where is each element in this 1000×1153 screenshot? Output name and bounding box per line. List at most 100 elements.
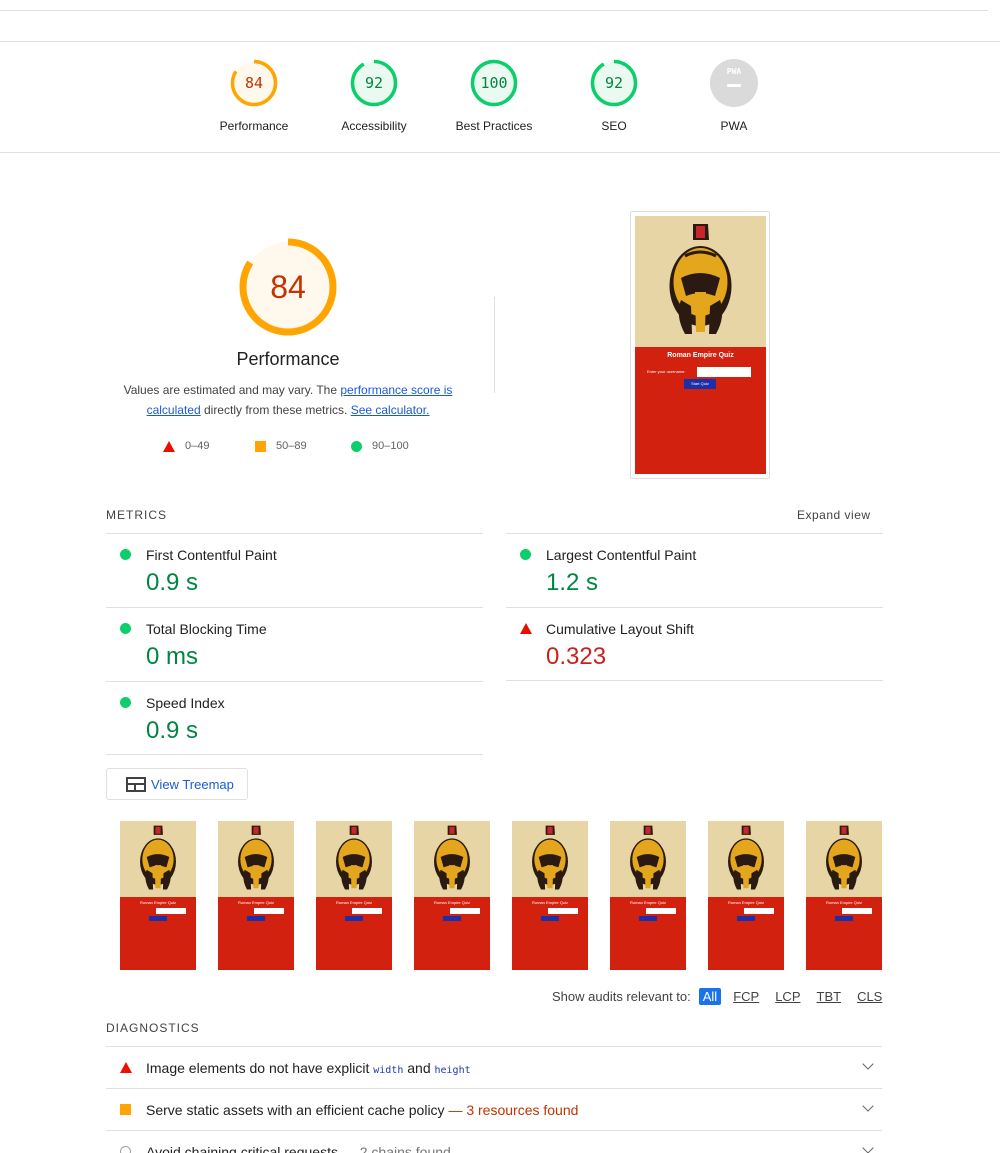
calculator-link[interactable]: See calculator. [351, 403, 430, 417]
filmstrip-frame: Roman Empire Quiz [218, 821, 294, 970]
frame-button [443, 916, 461, 921]
frame-button [247, 916, 265, 921]
gauge-label: Best Practices [455, 119, 533, 133]
filter-label: Show audits relevant to: [552, 989, 691, 1004]
metric-value: 0 ms [146, 643, 199, 670]
audit-filter: Show audits relevant to: All FCP LCP TBT… [552, 988, 886, 1005]
spartan-helmet-icon [434, 825, 470, 890]
spartan-helmet-icon [336, 825, 372, 890]
gauge-label: PWA [720, 119, 748, 133]
audit-title: Serve static assets with an efficient ca… [146, 1102, 578, 1118]
frame-button [541, 916, 559, 921]
frame-header [414, 821, 490, 897]
expand-view-toggle[interactable]: Expand view [797, 508, 871, 522]
desc-text: Values are estimated and may vary. The [123, 383, 341, 397]
spartan-helmet-icon [728, 825, 764, 890]
gauge-label: Performance [219, 119, 289, 133]
metric-name: Total Blocking Time [146, 621, 267, 637]
metrics-heading: METRICS [106, 508, 167, 522]
top-divider [0, 10, 988, 11]
treemap-icon [126, 777, 146, 792]
pass-circle-icon [120, 549, 131, 560]
gauge-accessibility[interactable]: 92 Accessibility [314, 59, 434, 133]
average-square-icon [255, 440, 266, 452]
final-screenshot[interactable]: Roman Empire Quiz Enter your username: S… [630, 211, 770, 479]
frame-header [218, 821, 294, 897]
metric-value: 0.9 s [146, 569, 199, 596]
gauge-label: SEO [601, 119, 627, 133]
filmstrip-frame: Roman Empire Quiz [806, 821, 882, 970]
filmstrip-frame: Roman Empire Quiz [414, 821, 490, 970]
filter-all[interactable]: All [698, 988, 722, 1005]
frame-title: Roman Empire Quiz [335, 900, 372, 905]
performance-title: Performance [236, 349, 340, 369]
fail-triangle-icon [120, 1062, 132, 1073]
spartan-helmet-icon [532, 825, 568, 890]
frame-header [708, 821, 784, 897]
pwa-badge-icon: PWA [710, 59, 758, 107]
view-treemap-button[interactable]: View Treemap [106, 768, 248, 800]
frame-input [156, 908, 186, 914]
filter-cls[interactable]: CLS [853, 988, 886, 1005]
gauge-score: 92 [604, 74, 624, 92]
screenshot-label: Enter your username: [647, 369, 686, 374]
frame-title: Roman Empire Quiz [531, 900, 568, 905]
frame-header [512, 821, 588, 897]
screenshot-page: Roman Empire Quiz Enter your username: S… [635, 216, 766, 474]
frame-input [842, 908, 872, 914]
audit-cache-policy[interactable]: Serve static assets with an efficient ca… [106, 1088, 882, 1130]
legend-label: 0–49 [185, 440, 210, 452]
filmstrip-frame: Roman Empire Quiz [316, 821, 392, 970]
spartan-helmet-icon [140, 825, 176, 890]
gauge-performance[interactable]: 84 Performance [194, 59, 314, 133]
gauge-ring: 84 [230, 59, 278, 107]
screenshot-form-area: Roman Empire Quiz Enter your username: S… [635, 347, 766, 474]
frame-header [316, 821, 392, 897]
audit-title: Image elements do not have explicit widt… [146, 1060, 471, 1076]
legend-label: 50–89 [276, 440, 307, 452]
filter-tbt[interactable]: TBT [813, 988, 846, 1005]
gauge-seo[interactable]: 92 SEO [554, 59, 674, 133]
frame-header [120, 821, 196, 897]
vertical-divider [494, 297, 495, 393]
frame-form-area: Roman Empire Quiz [414, 897, 490, 970]
desc-text: directly from these metrics. [200, 403, 351, 417]
metric-si: Speed Index 0.9 s [106, 681, 483, 755]
frame-input [646, 908, 676, 914]
chevron-down-icon[interactable] [862, 1142, 874, 1153]
pass-circle-icon [351, 440, 362, 452]
metric-divider [106, 754, 483, 755]
screenshot-title: Roman Empire Quiz [667, 352, 734, 359]
gauge-best-practices[interactable]: 100 Best Practices [434, 59, 554, 133]
audit-unsized-images[interactable]: Image elements do not have explicit widt… [106, 1046, 882, 1088]
filter-lcp[interactable]: LCP [771, 988, 804, 1005]
performance-gauge: 84 [238, 237, 338, 337]
metric-value: 0.323 [546, 643, 607, 670]
informative-circle-icon [120, 1146, 131, 1153]
frame-header [610, 821, 686, 897]
frame-form-area: Roman Empire Quiz [512, 897, 588, 970]
frame-title: Roman Empire Quiz [139, 900, 176, 905]
audit-display-value: — 3 resources found [448, 1102, 579, 1118]
frame-form-area: Roman Empire Quiz [708, 897, 784, 970]
frame-form-area: Roman Empire Quiz [806, 897, 882, 970]
metric-name: First Contentful Paint [146, 547, 277, 563]
gauge-ring: 92 [590, 59, 638, 107]
audit-text: Image elements do not have explicit [146, 1060, 374, 1076]
treemap-label: View Treemap [151, 777, 234, 792]
diagnostics-heading: DIAGNOSTICS [106, 1021, 200, 1035]
gauge-label: Accessibility [341, 119, 407, 133]
frame-form-area: Roman Empire Quiz [218, 897, 294, 970]
audit-text: Avoid chaining critical requests [146, 1144, 338, 1153]
filter-fcp[interactable]: FCP [729, 988, 763, 1005]
average-square-icon [120, 1104, 131, 1115]
gauge-pwa[interactable]: PWA PWA [674, 59, 794, 133]
chevron-down-icon[interactable] [862, 1100, 874, 1112]
gauge-score: 100 [480, 74, 508, 92]
chevron-down-icon[interactable] [862, 1058, 874, 1070]
performance-score: 84 [270, 269, 306, 305]
metric-divider [506, 680, 883, 681]
audit-critical-chains[interactable]: Avoid chaining critical requests — 2 cha… [106, 1130, 882, 1153]
pass-circle-icon [120, 623, 131, 634]
metric-lcp: Largest Contentful Paint 1.2 s [506, 533, 883, 607]
